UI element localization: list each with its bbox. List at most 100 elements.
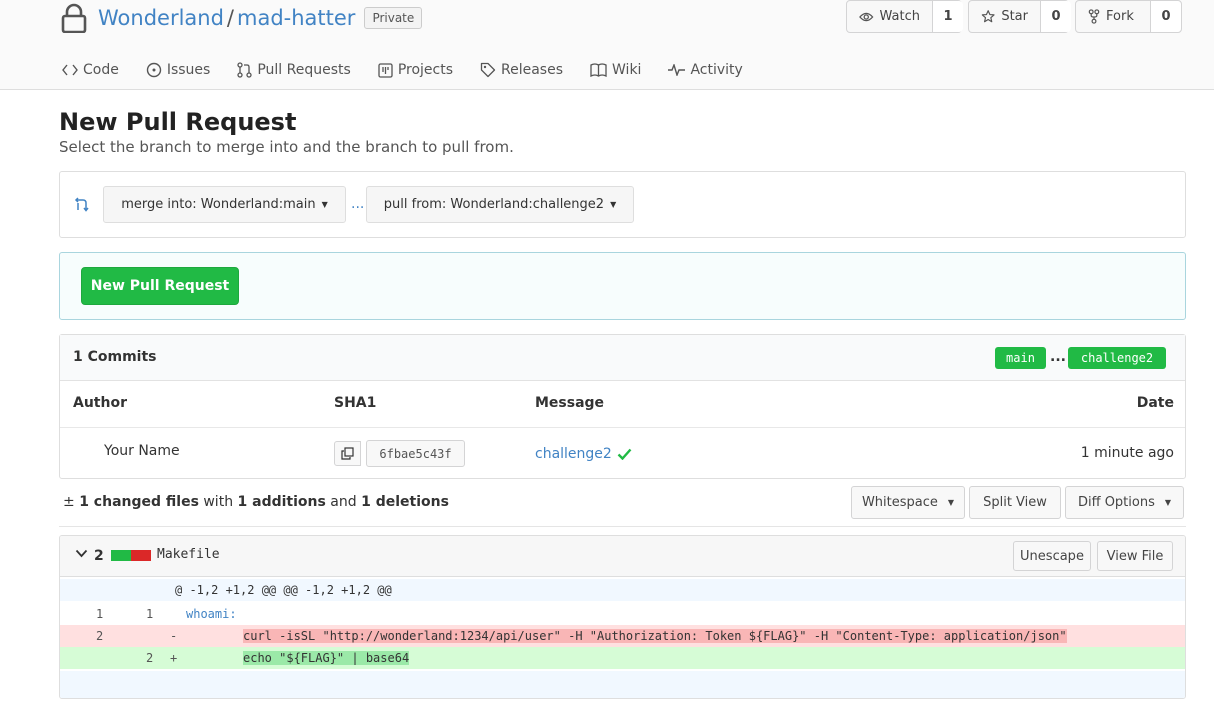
tab-wiki[interactable]: Wiki xyxy=(590,56,641,84)
file-changes-count: 2 xyxy=(94,548,104,564)
changed-files-count: 1 changed files xyxy=(79,494,199,510)
tab-projects[interactable]: Projects xyxy=(378,56,453,84)
repo-name-link[interactable]: mad-hatter xyxy=(237,6,355,30)
column-author: Author xyxy=(73,395,127,411)
additions-bar xyxy=(111,550,131,561)
hunk-header: @ -1,2 +1,2 @@ @@ -1,2 +1,2 @@ xyxy=(60,579,1185,601)
commits-table: 1 Commits main ... challenge2 Author SHA… xyxy=(59,334,1186,479)
view-file-button[interactable]: View File xyxy=(1097,541,1173,571)
commits-count: 1 Commits xyxy=(73,349,157,365)
private-badge: Private xyxy=(364,7,423,29)
code-text: whoami: xyxy=(186,607,237,621)
check-icon xyxy=(617,448,632,460)
diff-sign: - xyxy=(170,629,178,643)
repo-title: Wonderland / mad-hatter Private xyxy=(60,2,423,34)
tab-activity-label: Activity xyxy=(690,62,743,78)
additions-count: 1 additions xyxy=(237,494,326,510)
tab-code[interactable]: Code xyxy=(62,56,119,84)
divider xyxy=(59,526,1186,527)
chevron-down-icon: ▼ xyxy=(1164,498,1172,507)
split-view-button[interactable]: Split View xyxy=(969,486,1061,519)
tab-pull-requests[interactable]: Pull Requests xyxy=(237,56,351,84)
copy-icon xyxy=(341,447,354,460)
star-count[interactable]: 0 xyxy=(1041,1,1071,32)
watch-count[interactable]: 1 xyxy=(933,1,963,32)
merge-into-dropdown[interactable]: merge into: Wonderland:main ▼ xyxy=(103,186,346,223)
star-button[interactable]: Star 0 xyxy=(968,0,1071,33)
commits-header: 1 Commits main ... challenge2 xyxy=(60,335,1185,381)
chevron-down-icon: ▼ xyxy=(610,200,617,209)
compare-box: New Pull Request xyxy=(59,252,1186,320)
code-text: echo "${FLAG}" | base64 xyxy=(243,651,410,665)
base-branch-label[interactable]: main xyxy=(995,347,1046,369)
chevron-down-icon[interactable] xyxy=(75,549,88,558)
unescape-button[interactable]: Unescape xyxy=(1013,541,1091,571)
fork-count[interactable]: 0 xyxy=(1151,1,1181,32)
branch-dots: ... xyxy=(1050,349,1066,365)
page-subtitle: Select the branch to merge into and the … xyxy=(59,138,514,156)
head-branch-label[interactable]: challenge2 xyxy=(1068,347,1166,369)
new-pull-request-button[interactable]: New Pull Request xyxy=(81,267,239,305)
watch-button[interactable]: Watch 1 xyxy=(846,0,963,33)
pull-request-icon xyxy=(237,62,252,78)
file-diff: 2 Makefile Unescape View File @ -1,2 +1,… xyxy=(59,535,1186,699)
diff-footer xyxy=(60,671,1185,698)
repo-owner-link[interactable]: Wonderland xyxy=(98,6,224,30)
split-view-label: Split View xyxy=(983,495,1047,510)
tab-wiki-label: Wiki xyxy=(612,62,642,78)
fork-label: Fork xyxy=(1106,9,1134,24)
whitespace-dropdown[interactable]: Whitespace ▼ xyxy=(851,486,965,519)
pull-from-label: pull from: Wonderland:challenge2 xyxy=(383,197,605,212)
tag-icon xyxy=(480,62,496,78)
new-line-number: 1 xyxy=(146,607,154,621)
commit-message-link[interactable]: challenge2 xyxy=(535,446,612,462)
tab-issues-label: Issues xyxy=(166,62,211,78)
chevron-down-icon: ▼ xyxy=(947,498,955,507)
diff-stat-bar xyxy=(111,550,151,561)
lock-icon xyxy=(61,3,87,33)
deletions-bar xyxy=(131,550,151,561)
deletions-count: 1 deletions xyxy=(361,494,449,510)
star-label: Star xyxy=(1001,9,1028,24)
eye-icon xyxy=(859,12,874,21)
fork-button[interactable]: Fork 0 xyxy=(1075,0,1182,33)
column-date: Date xyxy=(1136,395,1174,411)
row-divider xyxy=(60,427,1185,428)
tab-issues[interactable]: Issues xyxy=(146,56,211,84)
branch-dots: ... xyxy=(351,196,365,212)
tab-activity[interactable]: Activity xyxy=(668,56,743,84)
star-icon xyxy=(981,10,995,23)
diff-options-dropdown[interactable]: Diff Options ▼ xyxy=(1065,486,1184,519)
tab-releases[interactable]: Releases xyxy=(480,56,563,84)
repo-tabs: Code Issues Pull Requests Projects Relea… xyxy=(62,56,743,84)
diff-sign: + xyxy=(170,651,178,665)
tab-code-label: Code xyxy=(83,62,119,78)
copy-sha-button[interactable] xyxy=(334,441,361,466)
file-name: Makefile xyxy=(157,547,220,562)
commit-message: challenge2 xyxy=(535,446,632,462)
diff-line: 1 1 whoami: xyxy=(60,603,1185,625)
stats-with: with xyxy=(203,494,234,510)
file-diff-header: 2 Makefile Unescape View File xyxy=(60,536,1185,577)
tab-pull-requests-label: Pull Requests xyxy=(257,62,351,78)
plus-minus-icon: ± xyxy=(63,494,75,510)
repo-separator: / xyxy=(226,6,234,30)
chevron-down-icon: ▼ xyxy=(321,200,328,209)
commit-author: Your Name xyxy=(104,443,180,459)
pull-from-dropdown[interactable]: pull from: Wonderland:challenge2 ▼ xyxy=(366,186,634,223)
code-text: curl -isSL "http://wonderland:1234/api/u… xyxy=(243,629,1067,643)
repo-actions: Watch 1 Star 0 Fork 0 xyxy=(846,0,1182,33)
compare-icon xyxy=(74,197,89,212)
diff-options-label: Diff Options xyxy=(1077,495,1155,510)
fork-icon xyxy=(1088,9,1100,24)
commit-sha-link[interactable]: 6fbae5c43f xyxy=(366,440,465,467)
tab-releases-label: Releases xyxy=(501,62,564,78)
merge-into-label: merge into: Wonderland:main xyxy=(121,197,316,212)
whitespace-label: Whitespace xyxy=(861,495,938,510)
book-icon xyxy=(590,63,607,77)
page-title: New Pull Request xyxy=(59,108,297,136)
column-sha: SHA1 xyxy=(334,395,377,411)
commit-date: 1 minute ago xyxy=(1080,445,1174,461)
old-line-number: 1 xyxy=(96,607,104,621)
watch-label: Watch xyxy=(879,9,920,24)
